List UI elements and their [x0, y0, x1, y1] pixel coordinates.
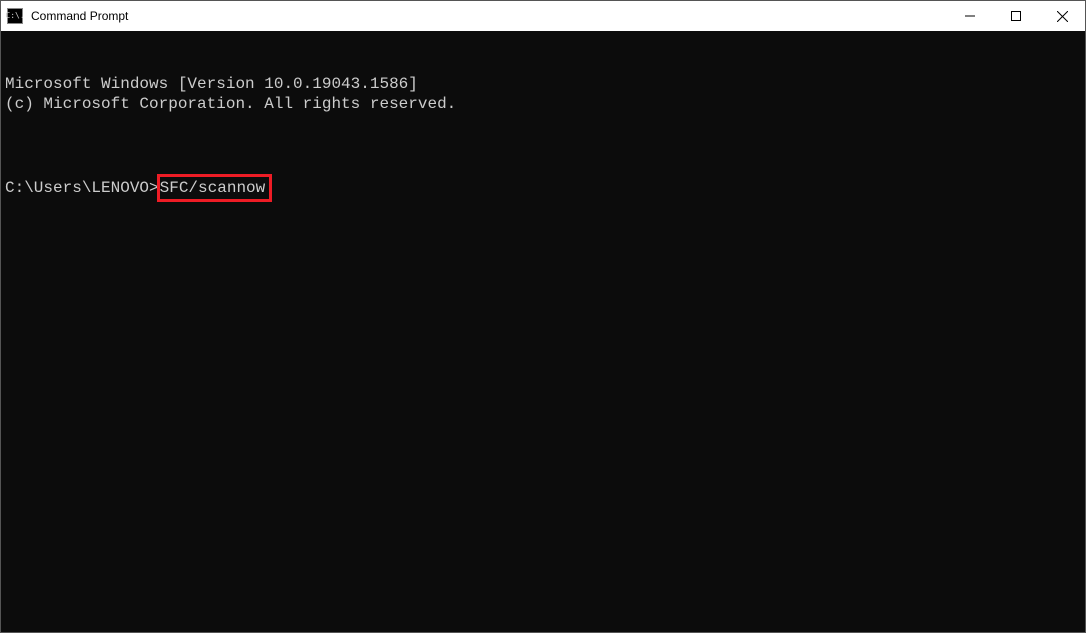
window-title: Command Prompt [31, 9, 128, 23]
minimize-button[interactable] [947, 1, 993, 31]
cmd-icon: C:\. [7, 8, 23, 24]
close-icon [1057, 11, 1068, 22]
prompt-text: C:\Users\LENOVO> [5, 179, 159, 197]
prompt-line: C:\Users\LENOVO>SFC/scannow [5, 174, 1081, 202]
minimize-icon [965, 11, 975, 21]
console-line-version: Microsoft Windows [Version 10.0.19043.15… [5, 74, 1081, 94]
titlebar[interactable]: C:\. Command Prompt [1, 1, 1085, 31]
close-button[interactable] [1039, 1, 1085, 31]
command-text: SFC/scannow [160, 179, 266, 197]
console-line-copyright: (c) Microsoft Corporation. All rights re… [5, 94, 1081, 114]
command-highlight: SFC/scannow [157, 174, 273, 202]
maximize-button[interactable] [993, 1, 1039, 31]
command-prompt-window: C:\. Command Prompt Microsoft Windows [V… [0, 0, 1086, 633]
maximize-icon [1011, 11, 1021, 21]
console-area[interactable]: Microsoft Windows [Version 10.0.19043.15… [1, 31, 1085, 632]
